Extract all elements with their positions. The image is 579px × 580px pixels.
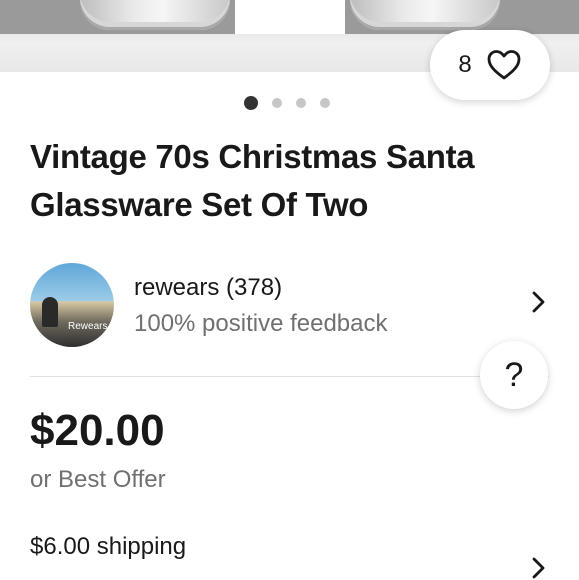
avatar-figure — [42, 297, 58, 327]
photo-background — [235, 0, 345, 34]
chevron-right-icon[interactable] — [526, 290, 550, 314]
glass-left-image — [80, 0, 230, 30]
carousel-dot-active[interactable] — [244, 96, 258, 110]
help-button[interactable]: ? — [480, 341, 548, 409]
listing-photo[interactable] — [0, 0, 579, 34]
avatar[interactable]: Rewears — [30, 263, 114, 347]
avatar-text: Rewears — [68, 321, 108, 332]
carousel-dots — [244, 96, 330, 110]
glass-right-image — [350, 0, 500, 30]
shipping-cost: $6.00 shipping — [30, 533, 187, 560]
seller-feedback: 100% positive feedback — [134, 310, 388, 337]
carousel-dot[interactable] — [320, 98, 330, 108]
question-icon: ? — [504, 355, 524, 394]
title-line-1: Vintage 70s Christmas Santa — [30, 138, 475, 175]
best-offer-label: or Best Offer — [30, 466, 166, 493]
divider — [30, 376, 549, 377]
listing-title: Vintage 70s Christmas Santa Glassware Se… — [30, 133, 560, 229]
seller-name[interactable]: rewears (378) — [134, 274, 282, 302]
watch-count: 8 — [458, 51, 472, 78]
title-line-2: Glassware Set Of Two — [30, 186, 369, 223]
carousel-dot[interactable] — [296, 98, 306, 108]
heart-icon — [487, 50, 521, 80]
shipping-chevron-icon[interactable] — [526, 556, 550, 580]
carousel-dot[interactable] — [272, 98, 282, 108]
watch-button[interactable]: 8 — [430, 30, 550, 100]
price: $20.00 — [30, 406, 165, 455]
